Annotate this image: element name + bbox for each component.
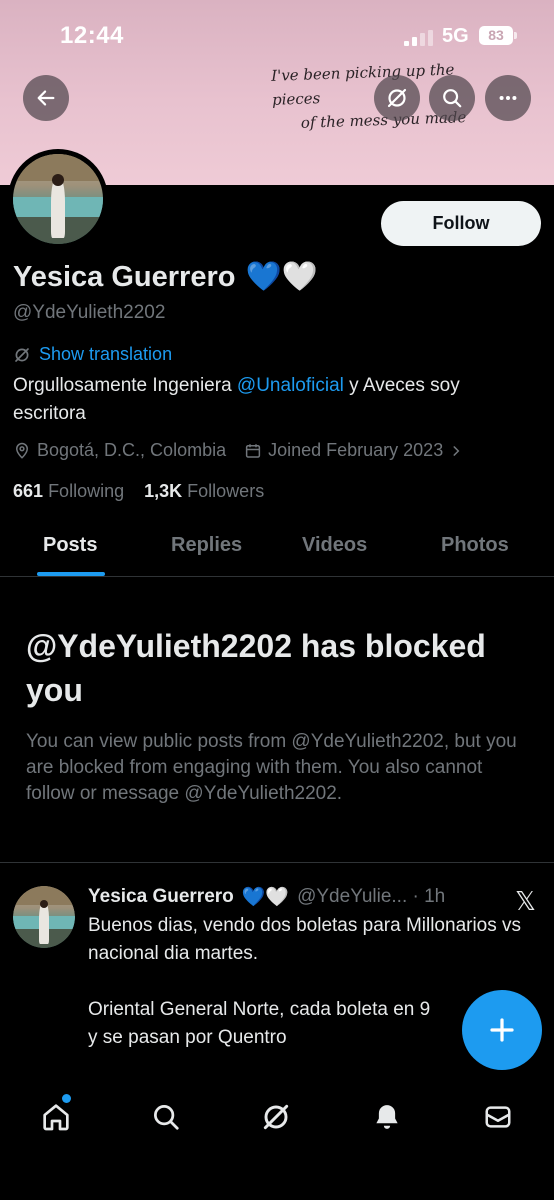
grok-icon: [263, 1104, 289, 1130]
more-button[interactable]: [485, 75, 531, 121]
profile-tabs: Posts Replies Videos Photos: [0, 520, 554, 577]
followers-label: Followers: [187, 481, 265, 501]
post-avatar-photo: [13, 886, 75, 948]
blocked-description: You can view public posts from @YdeYulie…: [26, 731, 517, 804]
nav-home[interactable]: [39, 1100, 73, 1134]
status-bar: 12:44 5G 83: [0, 0, 554, 70]
profile-meta: Bogotá, D.C., Colombia Joined February 2…: [13, 440, 487, 461]
following-link[interactable]: 661 Following: [13, 481, 124, 501]
name-hearts: 💙🤍: [245, 261, 318, 293]
profile-name-text: Yesica Guerrero: [13, 260, 236, 293]
home-icon: [43, 1104, 69, 1131]
location-item: Bogotá, D.C., Colombia: [13, 440, 226, 461]
nav-messages[interactable]: [481, 1100, 515, 1134]
post-handle-time: @YdeYulie... · 1h: [297, 886, 446, 907]
network-label: 5G: [442, 25, 469, 47]
status-time: 12:44: [60, 22, 124, 49]
section-divider: [0, 862, 554, 863]
tab-photos[interactable]: Photos: [441, 534, 509, 557]
nav-notifications[interactable]: [370, 1100, 404, 1134]
notifications-icon: [376, 1105, 398, 1129]
bottom-navigation: [0, 1070, 554, 1200]
signal-icon: [404, 30, 434, 46]
plus-icon: [490, 1018, 514, 1042]
post-avatar[interactable]: [13, 886, 75, 948]
grok-icon: [387, 88, 407, 108]
back-button[interactable]: [23, 75, 69, 121]
follow-button[interactable]: Follow: [381, 201, 541, 246]
tab-videos[interactable]: Videos: [302, 534, 367, 557]
nav-search[interactable]: [149, 1100, 183, 1134]
translate-icon: [15, 347, 29, 362]
show-translation-label: Show translation: [39, 344, 173, 364]
follow-counts: 661 Following 1,3K Followers: [13, 481, 264, 502]
blocked-title: @YdeYulieth2202 has blocked you: [26, 628, 486, 708]
post-author-name[interactable]: Yesica Guerrero: [88, 886, 234, 908]
post-author-hearts: 💙🤍: [241, 887, 290, 908]
profile-bio: Orgullosamente Ingeniera @Unaloficial y …: [13, 372, 533, 428]
calendar-icon: [245, 443, 261, 458]
search-button[interactable]: [429, 75, 475, 121]
followers-link[interactable]: 1,3K Followers: [144, 481, 264, 501]
search-icon: [154, 1105, 179, 1130]
bio-mention-link[interactable]: @Unaloficial: [237, 375, 344, 396]
joined-text: Joined February 2023: [268, 440, 444, 460]
home-notification-dot: [62, 1094, 71, 1103]
more-icon: [499, 95, 517, 101]
profile-handle: @YdeYulieth2202: [13, 302, 166, 323]
battery-tip: [514, 32, 517, 39]
messages-icon: [485, 1106, 511, 1128]
joined-item[interactable]: Joined February 2023: [244, 440, 469, 461]
bio-text-prefix: Orgullosamente Ingeniera: [13, 375, 237, 396]
location-icon: [15, 442, 29, 459]
post-header: Yesica Guerrero 💙🤍 @YdeYulie... · 1h: [88, 885, 445, 909]
back-arrow-icon: [37, 90, 55, 106]
profile-avatar[interactable]: [8, 149, 108, 249]
battery-icon: 83: [479, 26, 513, 45]
followers-count: 1,3K: [144, 481, 183, 501]
location-text: Bogotá, D.C., Colombia: [37, 440, 227, 460]
compose-button[interactable]: [462, 990, 542, 1070]
following-label: Following: [48, 481, 125, 501]
avatar-photo: [13, 154, 103, 244]
search-icon: [443, 89, 462, 108]
battery-level: 83: [488, 27, 504, 43]
nav-grok[interactable]: [259, 1100, 293, 1134]
grok-button[interactable]: [374, 75, 420, 121]
following-count: 661: [13, 481, 44, 501]
active-tab-indicator: [37, 572, 105, 576]
tab-posts[interactable]: Posts: [43, 534, 97, 557]
profile-name: Yesica Guerrero 💙🤍: [13, 260, 318, 294]
chevron-right-icon: [453, 445, 460, 456]
show-translation-link[interactable]: Show translation: [13, 344, 172, 365]
tab-replies[interactable]: Replies: [171, 534, 242, 557]
